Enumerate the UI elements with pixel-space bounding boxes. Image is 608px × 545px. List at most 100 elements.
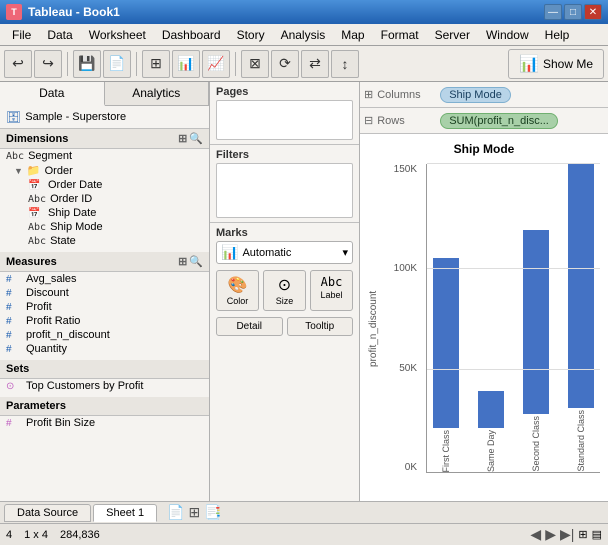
tab-analytics[interactable]: Analytics <box>105 82 210 105</box>
tab-data-source[interactable]: Data Source <box>4 504 91 522</box>
new-button[interactable]: 📄 <box>103 50 131 78</box>
dim-order-folder[interactable]: ▼ 📁 Order <box>0 163 209 178</box>
bar-secondclass[interactable] <box>523 230 549 415</box>
bar-group-secondclass: Second Class <box>518 164 555 472</box>
close-button[interactable]: ✕ <box>584 4 602 20</box>
chart-button[interactable]: 📊 <box>172 50 200 78</box>
dim-orderdate-label: Order Date <box>48 179 102 191</box>
chart2-button[interactable]: 📈 <box>202 50 230 78</box>
menu-file[interactable]: File <box>4 26 39 44</box>
bar-firstclass[interactable] <box>433 258 459 427</box>
label-button[interactable]: Abc Label <box>310 270 353 311</box>
dim-shipdate[interactable]: 📅 Ship Date <box>0 206 209 220</box>
swap-button[interactable]: ⇄ <box>301 50 329 78</box>
panel-scrollable[interactable]: Dimensions ⊞ 🔍 Abc Segment ▼ 📁 Order 📅 O… <box>0 129 209 501</box>
bottom-tabs: Data Source Sheet 1 📄 ⊞ 📑 <box>0 501 608 523</box>
dim-orderid[interactable]: Abc Order ID <box>0 192 209 206</box>
bar-group-standardclass: Standard Class <box>563 164 600 472</box>
measures-search-icon[interactable]: 🔍 <box>189 255 203 268</box>
dim-orderdate[interactable]: 📅 Order Date <box>0 178 209 192</box>
new-sheet-icon[interactable]: 📄 <box>167 504 184 521</box>
menu-format[interactable]: Format <box>373 26 427 44</box>
filters-content <box>216 163 353 218</box>
show-me-icon: 📊 <box>519 54 539 74</box>
sort-button[interactable]: ↕ <box>331 50 359 78</box>
menu-story[interactable]: Story <box>229 26 273 44</box>
data-source-icon: 🗄 <box>6 110 21 124</box>
rows-pill[interactable]: SUM(profit_n_disc... <box>440 113 558 129</box>
bar-group-firstclass: First Class <box>427 164 464 472</box>
undo-button[interactable]: ↩ <box>4 50 32 78</box>
title-bar: T Tableau - Book1 — □ ✕ <box>0 0 608 24</box>
y-axis: 150K 100K 50K 0K <box>381 164 421 473</box>
measure-avgsales[interactable]: # Avg_sales <box>0 272 209 286</box>
measure-profitratio[interactable]: # Profit Ratio <box>0 314 209 328</box>
measure-profit[interactable]: # Profit <box>0 300 209 314</box>
dim-shipmode[interactable]: Abc Ship Mode <box>0 220 209 234</box>
new-dashboard-icon[interactable]: ⊞ <box>189 504 201 521</box>
window-title: Tableau - Book1 <box>28 5 120 19</box>
size-button[interactable]: ⊙ Size <box>263 270 306 311</box>
dimensions-grid-icon[interactable]: ⊞ <box>178 132 187 145</box>
tooltip-button[interactable]: Tooltip <box>287 317 354 336</box>
dim-state-label: State <box>50 235 76 247</box>
dim-segment[interactable]: Abc Segment <box>0 149 209 163</box>
grid-view-icon[interactable]: ⊞ <box>578 528 587 541</box>
columns-pill[interactable]: Ship Mode <box>440 87 511 103</box>
tab-sheet1[interactable]: Sheet 1 <box>93 504 157 522</box>
bar-sameday[interactable] <box>478 391 504 428</box>
y-axis-label: profit_n_discount <box>368 164 379 493</box>
param-profitbin-label: Profit Bin Size <box>26 417 95 429</box>
menu-server[interactable]: Server <box>427 26 478 44</box>
toolbar-separator-3 <box>235 52 236 76</box>
dimensions-header: Dimensions ⊞ 🔍 <box>0 129 209 149</box>
measures-grid-icon[interactable]: ⊞ <box>178 255 187 268</box>
parameters-label: Parameters <box>6 400 66 412</box>
menu-window[interactable]: Window <box>478 26 537 44</box>
bar-label-sameday: Same Day <box>486 430 496 472</box>
tab-data[interactable]: Data <box>0 82 105 106</box>
detail-button[interactable]: Detail <box>216 317 283 336</box>
nav-next-button[interactable]: ▶ <box>545 526 556 543</box>
window-controls: — □ ✕ <box>544 4 602 20</box>
refresh-button[interactable]: ⟳ <box>271 50 299 78</box>
redo-button[interactable]: ↪ <box>34 50 62 78</box>
measure-discount-label: Discount <box>26 287 69 299</box>
menu-analysis[interactable]: Analysis <box>273 26 334 44</box>
filter-button[interactable]: ⊠ <box>241 50 269 78</box>
new-story-icon[interactable]: 📑 <box>204 504 221 521</box>
menu-map[interactable]: Map <box>333 26 372 44</box>
measure-discount[interactable]: # Discount <box>0 286 209 300</box>
marks-section: Marks 📊 Automatic ▾ 🎨 Color ⊙ Size Abc L… <box>210 223 359 501</box>
menu-help[interactable]: Help <box>537 26 578 44</box>
dimensions-search-icon[interactable]: 🔍 <box>189 132 203 145</box>
marks-dropdown[interactable]: 📊 Automatic ▾ <box>216 241 353 264</box>
menu-worksheet[interactable]: Worksheet <box>81 26 154 44</box>
rows-shelf: ⊟ Rows SUM(profit_n_disc... <box>360 108 608 134</box>
marks-dropdown-icon: 📊 <box>221 244 238 261</box>
save-button[interactable]: 💾 <box>73 50 101 78</box>
set-topcustomers[interactable]: ⊙ Top Customers by Profit <box>0 379 209 393</box>
grid-line-1 <box>427 369 600 370</box>
param-profitbin[interactable]: # Profit Bin Size <box>0 416 209 430</box>
nav-prev-button[interactable]: ◀ <box>530 526 541 543</box>
main-layout: Data Analytics 🗄 Sample - Superstore Dim… <box>0 82 608 501</box>
nav-last-button[interactable]: ▶| <box>560 526 574 543</box>
minimize-button[interactable]: — <box>544 4 562 20</box>
color-button[interactable]: 🎨 Color <box>216 270 259 311</box>
folder-icon: 📁 <box>27 164 41 177</box>
measure-profitndiscount[interactable]: # profit_n_discount <box>0 328 209 342</box>
bar-standardclass[interactable] <box>568 164 594 408</box>
show-me-button[interactable]: 📊 Show Me <box>508 49 604 79</box>
maximize-button[interactable]: □ <box>564 4 582 20</box>
grid-line-3 <box>427 163 600 164</box>
dim-state[interactable]: Abc State <box>0 234 209 248</box>
menu-data[interactable]: Data <box>39 26 80 44</box>
hash-icon-3: # <box>6 302 22 313</box>
connections-button[interactable]: ⊞ <box>142 50 170 78</box>
toolbar: ↩ ↪ 💾 📄 ⊞ 📊 📈 ⊠ ⟳ ⇄ ↕ 📊 Show Me <box>0 46 608 82</box>
menu-dashboard[interactable]: Dashboard <box>154 26 229 44</box>
layout-icon[interactable]: ▤ <box>592 528 602 541</box>
filters-section: Filters <box>210 145 359 223</box>
measure-quantity[interactable]: # Quantity <box>0 342 209 356</box>
